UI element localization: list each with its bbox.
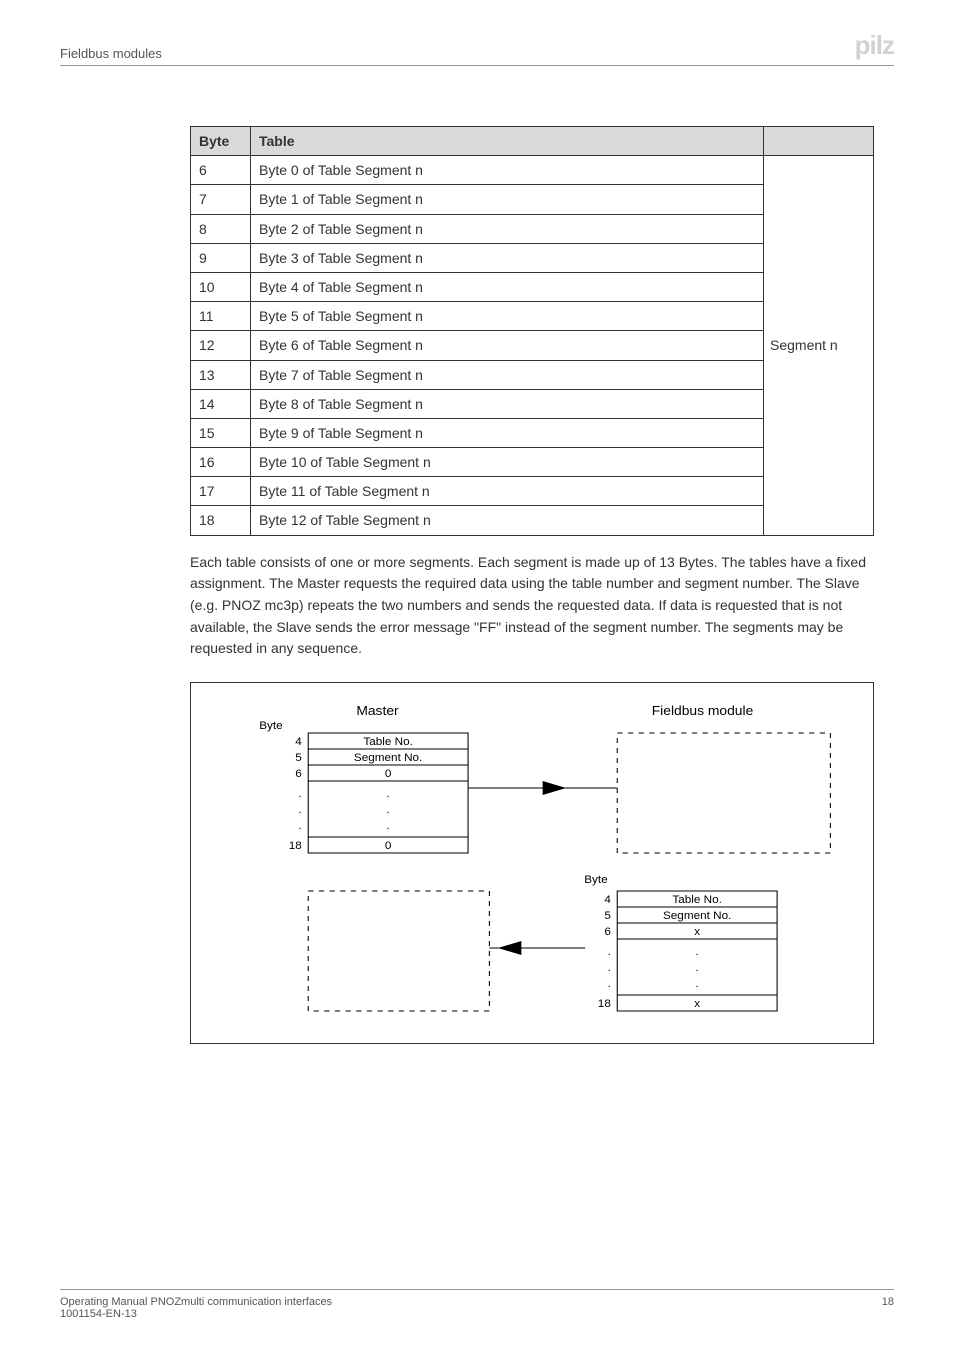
byte-table: Byte Table 6Byte 0 of Table Segment nSeg… bbox=[190, 126, 874, 536]
desc-cell: Byte 11 of Table Segment n bbox=[251, 477, 764, 506]
svg-text:Segment No.: Segment No. bbox=[354, 752, 422, 764]
byte-cell: 14 bbox=[191, 389, 251, 418]
logo-text: pilz bbox=[855, 30, 894, 60]
segment-col-header bbox=[764, 127, 874, 156]
byte-cell: 11 bbox=[191, 302, 251, 331]
svg-text:.: . bbox=[387, 804, 390, 816]
byte-cell: 18 bbox=[191, 506, 251, 535]
byte-label-bottom: Byte bbox=[584, 874, 607, 886]
desc-cell: Byte 10 of Table Segment n bbox=[251, 448, 764, 477]
byte-cell: 8 bbox=[191, 214, 251, 243]
desc-cell: Byte 12 of Table Segment n bbox=[251, 506, 764, 535]
byte-cell: 17 bbox=[191, 477, 251, 506]
fieldbus-label: Fieldbus module bbox=[652, 703, 754, 718]
desc-cell: Byte 5 of Table Segment n bbox=[251, 302, 764, 331]
svg-text:.: . bbox=[608, 978, 611, 990]
desc-cell: Byte 9 of Table Segment n bbox=[251, 418, 764, 447]
svg-text:18: 18 bbox=[289, 840, 302, 852]
svg-text:.: . bbox=[387, 820, 390, 832]
desc-cell: Byte 4 of Table Segment n bbox=[251, 272, 764, 301]
svg-text:.: . bbox=[696, 946, 699, 958]
svg-text:5: 5 bbox=[604, 910, 611, 922]
svg-text:5: 5 bbox=[295, 752, 302, 764]
segment-cell: Segment n bbox=[764, 156, 874, 535]
svg-text:0: 0 bbox=[385, 768, 392, 780]
byte-cell: 15 bbox=[191, 418, 251, 447]
byte-cell: 6 bbox=[191, 156, 251, 185]
svg-text:6: 6 bbox=[295, 768, 302, 780]
explanatory-paragraph: Each table consists of one or more segme… bbox=[190, 552, 874, 660]
svg-text:.: . bbox=[387, 788, 390, 800]
desc-cell: Byte 6 of Table Segment n bbox=[251, 331, 764, 360]
footer-docid: 1001154-EN-13 bbox=[60, 1308, 332, 1320]
desc-cell: Byte 8 of Table Segment n bbox=[251, 389, 764, 418]
svg-text:0: 0 bbox=[385, 840, 392, 852]
brand-logo: pilz bbox=[855, 30, 894, 61]
svg-text:.: . bbox=[696, 962, 699, 974]
byte-col-header: Byte bbox=[191, 127, 251, 156]
desc-cell: Byte 1 of Table Segment n bbox=[251, 185, 764, 214]
byte-cell: 7 bbox=[191, 185, 251, 214]
svg-text:x: x bbox=[694, 998, 700, 1010]
desc-cell: Byte 0 of Table Segment n bbox=[251, 156, 764, 185]
svg-text:4: 4 bbox=[295, 736, 302, 748]
footer-title: Operating Manual PNOZmulti communication… bbox=[60, 1296, 332, 1308]
byte-cell: 13 bbox=[191, 360, 251, 389]
svg-text:4: 4 bbox=[604, 894, 611, 906]
svg-text:18: 18 bbox=[598, 998, 611, 1010]
table-row: 6Byte 0 of Table Segment nSegment n bbox=[191, 156, 874, 185]
svg-text:6: 6 bbox=[604, 926, 611, 938]
protocol-diagram: Master Fieldbus module Byte 4 5 6 . . . … bbox=[190, 682, 874, 1044]
desc-cell: Byte 3 of Table Segment n bbox=[251, 243, 764, 272]
svg-text:.: . bbox=[608, 962, 611, 974]
byte-cell: 12 bbox=[191, 331, 251, 360]
page-footer: Operating Manual PNOZmulti communication… bbox=[60, 1289, 894, 1320]
byte-cell: 10 bbox=[191, 272, 251, 301]
page-number: 18 bbox=[882, 1296, 894, 1308]
svg-text:Segment No.: Segment No. bbox=[663, 910, 731, 922]
svg-text:.: . bbox=[696, 978, 699, 990]
desc-cell: Byte 2 of Table Segment n bbox=[251, 214, 764, 243]
svg-text:Table No.: Table No. bbox=[672, 894, 722, 906]
breadcrumb: Fieldbus modules bbox=[60, 46, 162, 61]
desc-cell: Byte 7 of Table Segment n bbox=[251, 360, 764, 389]
svg-text:.: . bbox=[299, 820, 302, 832]
svg-text:.: . bbox=[299, 788, 302, 800]
svg-text:.: . bbox=[608, 946, 611, 958]
table-col-header: Table bbox=[251, 127, 764, 156]
svg-text:.: . bbox=[299, 804, 302, 816]
svg-text:Table No.: Table No. bbox=[363, 736, 413, 748]
byte-cell: 9 bbox=[191, 243, 251, 272]
byte-label-top: Byte bbox=[259, 720, 282, 732]
svg-text:x: x bbox=[694, 926, 700, 938]
byte-cell: 16 bbox=[191, 448, 251, 477]
master-label: Master bbox=[356, 703, 399, 718]
